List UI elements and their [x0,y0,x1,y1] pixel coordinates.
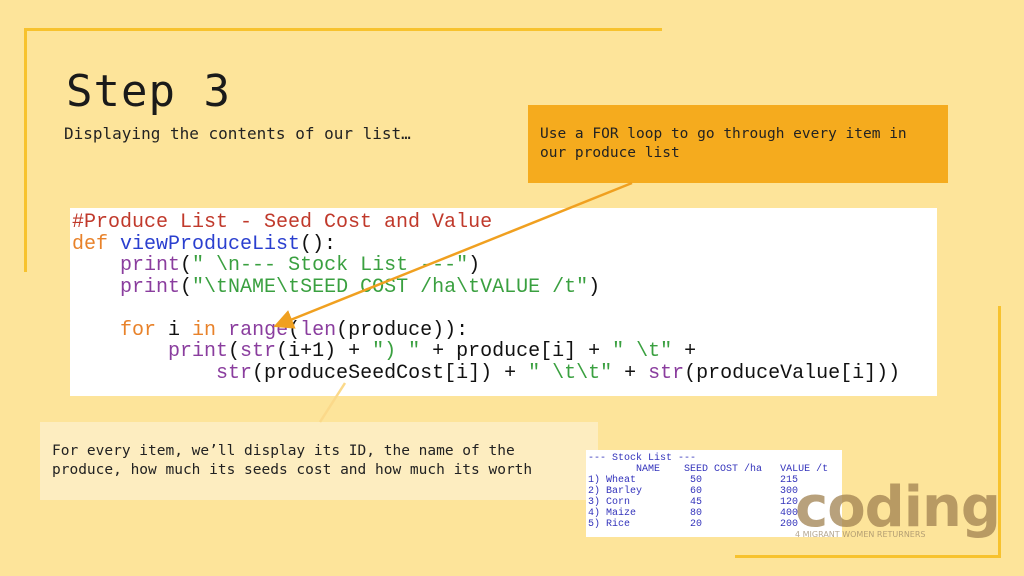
arrows [273,181,633,423]
arrow-to-for-loop [273,181,633,329]
arrow-from-display [318,382,347,423]
